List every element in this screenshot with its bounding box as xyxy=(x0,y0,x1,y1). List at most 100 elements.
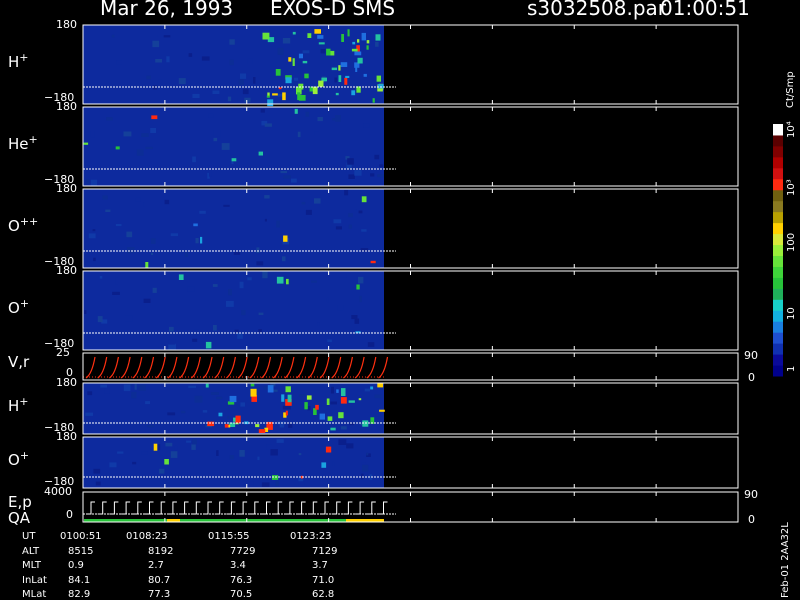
panel-0-cell xyxy=(264,26,270,32)
panel-1-hotspot xyxy=(151,115,158,120)
panel-2-cell xyxy=(199,210,206,214)
colorbar-segment xyxy=(773,255,783,267)
panel-6-cell xyxy=(95,481,101,486)
colorbar-segment xyxy=(773,178,783,191)
panel-3-cell xyxy=(143,298,151,303)
ep-step xyxy=(366,501,376,515)
panel-6-cell xyxy=(186,440,192,443)
panel-1-cell xyxy=(314,131,319,135)
panel-0-hotspot xyxy=(302,60,308,64)
panel-6-cell xyxy=(159,468,165,474)
panel-1-cell xyxy=(141,133,149,137)
panel-3-cell xyxy=(168,343,176,351)
panel-5-cell xyxy=(364,388,370,392)
panel-2-label: O++ xyxy=(8,214,39,235)
panel-2-cell xyxy=(126,231,133,238)
vr-sawtooth xyxy=(249,356,260,379)
footer-value: 3.4 xyxy=(230,560,246,571)
panel-3-cell xyxy=(359,295,362,303)
panel-0-cell xyxy=(244,97,251,103)
panel-3-hotspot xyxy=(276,276,284,284)
panel-6-hotspot xyxy=(153,443,158,451)
colorbar-unit: Ct/Smp xyxy=(785,71,796,108)
panel-1-cell xyxy=(123,131,132,137)
chart-stage: Mar 26, 1993 EXOS-D SMS s3032508.par 01:… xyxy=(0,0,800,600)
panel-0-cell xyxy=(201,56,210,61)
panel-0-hotspot xyxy=(326,48,331,56)
panel-4-rtop: 90 xyxy=(744,349,758,362)
panel-0-cell xyxy=(116,60,123,65)
panel-0-cell xyxy=(229,39,235,45)
ep-step xyxy=(167,501,177,515)
panel-5-cell xyxy=(145,401,150,405)
panel-5-hotspot xyxy=(362,420,369,427)
panel-3-cell xyxy=(213,325,217,331)
vr-sawtooth xyxy=(85,356,96,379)
panel-5-cell xyxy=(180,410,186,414)
vr-sawtooth xyxy=(237,356,248,379)
ep-step xyxy=(121,501,131,515)
panel-1-cell xyxy=(370,173,375,177)
panel-5-ytop: 180 xyxy=(56,376,77,389)
panel-2-cell xyxy=(195,238,199,244)
panel-2-hotspot xyxy=(370,260,376,264)
panel-0-cell xyxy=(238,79,244,86)
panel-6-hotspot xyxy=(325,446,332,453)
panel-0-hotspot xyxy=(314,29,321,34)
panel-0-label-sup: + xyxy=(19,50,29,64)
colorbar-segment xyxy=(773,343,783,355)
panel-2-cell xyxy=(301,201,306,205)
panel-2-cell xyxy=(102,195,108,200)
panel-1-cell xyxy=(264,123,272,127)
panel-3-cell xyxy=(194,329,200,335)
panel-5-hotspot xyxy=(205,383,209,388)
panel-5-hotspot xyxy=(327,416,333,421)
colorbar-segment xyxy=(773,156,783,169)
panel-3-label-sup: + xyxy=(19,296,30,310)
panel-6-cell xyxy=(109,462,117,468)
panel-0-cell xyxy=(346,50,349,56)
panel-2-cell xyxy=(348,213,353,218)
panel-3-cell xyxy=(192,338,198,342)
colorbar-segment xyxy=(773,124,783,136)
panel-0-hotspot xyxy=(344,77,348,85)
panel-5-cell xyxy=(123,384,131,392)
panel-3-cell xyxy=(258,312,264,315)
panel-0-cell xyxy=(302,50,310,54)
panel-3-cell xyxy=(112,291,120,295)
panel-1-hotspot xyxy=(294,108,298,114)
panel-6-cell xyxy=(228,478,232,484)
panel-0-hotspot xyxy=(357,39,360,43)
colorbar-segment xyxy=(773,134,783,147)
panel-2-cell xyxy=(354,209,357,212)
footer-value: 84.1 xyxy=(68,574,91,586)
panel-2-cell xyxy=(151,252,154,255)
panel-7-rbot: 0 xyxy=(748,513,755,526)
panel-2-cell xyxy=(360,248,369,252)
panel-2-cell xyxy=(335,226,342,230)
panel-2-cell xyxy=(282,256,286,262)
colorbar-segment xyxy=(773,189,783,202)
panel-0-cell xyxy=(192,93,200,98)
panel-0-hotspot xyxy=(354,51,362,56)
panel-1-cell xyxy=(208,170,212,177)
panel-5-hotspot xyxy=(338,412,344,419)
panel-3-ytop: 180 xyxy=(56,264,77,277)
panel-2-cell xyxy=(264,195,270,199)
panel-1-cell xyxy=(271,160,278,163)
panel-0-cell xyxy=(212,90,220,94)
ep-step xyxy=(109,501,119,515)
vr-sawtooth xyxy=(214,356,225,379)
panel-2-label-sup: ++ xyxy=(19,214,39,228)
panel-6-cell xyxy=(261,482,270,487)
panel-1-cell xyxy=(283,175,291,179)
panel-0-cell xyxy=(229,59,234,66)
panel-1-cell xyxy=(305,111,310,117)
panel-1-cell xyxy=(213,137,218,142)
panel-5-hotspot xyxy=(287,394,292,403)
panel-2-cell xyxy=(150,238,156,244)
panel-2-cell xyxy=(264,218,267,222)
panel-2-cell xyxy=(256,247,260,253)
panel-2-ytop: 180 xyxy=(56,182,77,195)
panel-2-cell xyxy=(233,252,241,255)
